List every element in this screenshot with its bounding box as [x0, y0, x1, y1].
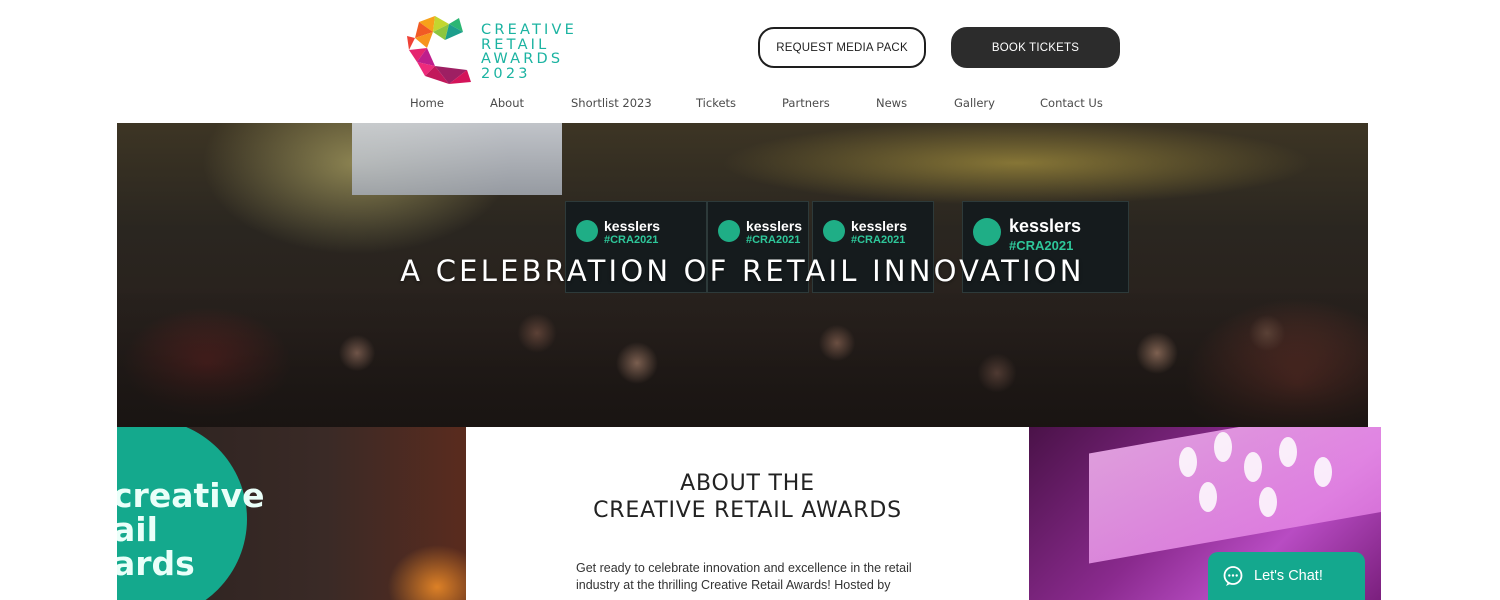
logo[interactable]: CREATIVE RETAIL AWARDS 2023 [405, 14, 595, 88]
nav-item-contact[interactable]: Contact Us [1040, 96, 1103, 110]
logo-line: RETAIL [481, 36, 550, 53]
hero-title: A CELEBRATION OF RETAIL INNOVATION [400, 254, 1085, 288]
stand-brand: kesslers [746, 218, 803, 234]
nav-item-tickets[interactable]: Tickets [696, 96, 736, 110]
about-body-text: Get ready to celebrate innovation and ex… [576, 561, 912, 592]
logo-line: CREATIVE [481, 22, 577, 38]
stage-light [1259, 487, 1277, 517]
crowd-photo [117, 293, 1368, 427]
book-tickets-button[interactable]: BOOK TICKETS [951, 27, 1120, 68]
stage-light [1179, 447, 1197, 477]
stand-tag: #CRA2021 [604, 234, 659, 246]
request-media-pack-button[interactable]: REQUEST MEDIA PACK [758, 27, 926, 68]
hero-banner: kesslers #CRA2021 kesslers #CRA2021 kess… [117, 123, 1368, 427]
stand-brand: kesslers [851, 218, 908, 234]
stage-light [1279, 437, 1297, 467]
about-title-line-1: ABOUT THE [680, 471, 815, 496]
event-photo-left: creative ail ards [117, 427, 466, 600]
chat-bubble-icon [1223, 566, 1243, 586]
logo-line: 2023 [481, 65, 531, 82]
about-section: ABOUT THE CREATIVE RETAIL AWARDS Get rea… [466, 427, 1029, 600]
about-title-line-2: CREATIVE RETAIL AWARDS [593, 498, 902, 523]
nav-item-gallery[interactable]: Gallery [954, 96, 995, 110]
stage-light [1314, 457, 1332, 487]
stand-logo-icon [973, 218, 1001, 246]
venue-screen [352, 123, 562, 195]
nav-item-partners[interactable]: Partners [782, 96, 830, 110]
stage-light [1244, 452, 1262, 482]
main-nav: Home About Shortlist 2023 Tickets Partne… [0, 96, 1500, 112]
nav-item-shortlist[interactable]: Shortlist 2023 [571, 96, 652, 110]
stand-tag: #CRA2021 [746, 234, 801, 246]
lets-chat-button[interactable]: Let's Chat! [1208, 552, 1365, 600]
stand-tag: #CRA2021 [851, 234, 906, 246]
nav-item-news[interactable]: News [876, 96, 907, 110]
circle-sign-line: ail [117, 510, 158, 549]
stand-logo-icon [718, 220, 740, 242]
circle-sign-line: creative [117, 476, 265, 515]
stand-brand: kesslers [604, 218, 661, 234]
stage-light [1214, 432, 1232, 462]
circle-sign-text: creative ail ards [117, 479, 264, 581]
circle-sign-line: ards [117, 544, 195, 583]
stage-screen [1089, 427, 1381, 564]
chat-label: Let's Chat! [1254, 568, 1323, 584]
stand-tag: #CRA2021 [1009, 238, 1074, 253]
logo-wordmark: CREATIVE RETAIL AWARDS 2023 [481, 23, 577, 81]
stand-logo-icon [576, 220, 598, 242]
logo-mark-icon [407, 16, 471, 84]
about-title: ABOUT THE CREATIVE RETAIL AWARDS [466, 470, 1029, 524]
logo-line: AWARDS [481, 51, 564, 67]
nav-item-about[interactable]: About [490, 96, 524, 110]
stage-light [1199, 482, 1217, 512]
stand-logo-icon [823, 220, 845, 242]
stand-brand: kesslers [1009, 216, 1082, 236]
nav-item-home[interactable]: Home [410, 96, 444, 110]
